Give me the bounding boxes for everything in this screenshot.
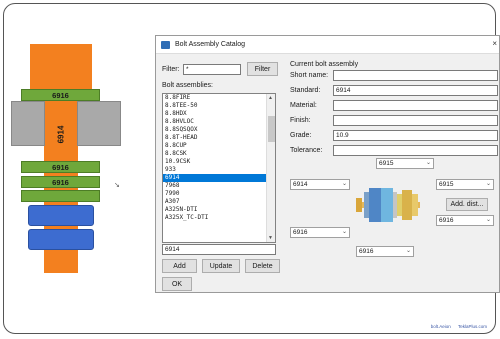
standard-label: Standard: (290, 87, 321, 94)
close-icon[interactable]: × (492, 39, 497, 48)
list-item[interactable]: A325X_TC-DTI (163, 214, 275, 222)
material-input[interactable] (333, 100, 498, 111)
add-button[interactable]: Add (162, 259, 197, 273)
right-top-value: 6915 (439, 181, 454, 188)
assembly-washer-right (397, 194, 402, 216)
list-item[interactable]: 8.8HVLOC (163, 118, 275, 126)
short-name-input[interactable] (333, 70, 498, 81)
nut-top (28, 205, 94, 226)
dialog-titlebar: Bolt Assembly Catalog × (156, 36, 499, 54)
app-icon (161, 40, 170, 49)
filter-input[interactable]: * (183, 64, 241, 75)
bolt-label: 6914 (56, 125, 66, 143)
tolerance-input[interactable] (333, 145, 498, 156)
bolt-assembly-catalog-dialog: Bolt Assembly Catalog × Filter: * Filter… (155, 35, 500, 293)
list-item[interactable]: 8.8CUP (163, 142, 275, 150)
footer-right-text: TeklaPlus.com (457, 324, 487, 329)
left-bottom-value: 6916 (293, 229, 308, 236)
bolt-head (30, 44, 92, 94)
washer-bottom (21, 190, 100, 202)
top-component-value: 6915 (379, 160, 394, 167)
ok-button[interactable]: OK (162, 277, 192, 291)
dialog-title: Bolt Assembly Catalog (175, 41, 246, 48)
assembly-plate-2 (381, 188, 393, 222)
scroll-thumb[interactable] (268, 116, 275, 142)
list-item[interactable]: A307 (163, 198, 275, 206)
list-items-container: 8.8FIRE 8.8TEE-50 8.8HDX 8.8HVLOC 8.8SQSQOX 8… (163, 94, 275, 222)
grade-input[interactable]: 10.9 (333, 130, 498, 141)
right-bottom-combo[interactable]: 6916 ⌄ (436, 215, 494, 226)
assembly-nut-2 (412, 194, 418, 216)
short-name-label: Short name: (290, 72, 329, 79)
footer-credits: bolt.Aeion TeklaPlus.com (425, 324, 487, 329)
assembly-bolt-head (356, 198, 362, 212)
chevron-down-icon: ⌄ (425, 160, 431, 166)
finish-input[interactable] (333, 115, 498, 126)
washer-middle-1: 6916 (21, 161, 100, 173)
top-component-combo[interactable]: 6915 ⌄ (376, 158, 434, 169)
bolt-assemblies-label: Bolt assemblies: (162, 82, 213, 89)
scroll-down-icon[interactable]: ▼ (268, 235, 273, 241)
list-item[interactable]: 10.9CSK (163, 158, 275, 166)
list-item[interactable]: 7990 (163, 190, 275, 198)
list-item[interactable]: 6914 (163, 174, 275, 182)
list-item[interactable]: 8.8T-HEAD (163, 134, 275, 142)
finish-label: Finish: (290, 117, 311, 124)
assembly-name-input[interactable]: 6914 (162, 244, 276, 255)
nut-bottom (28, 229, 94, 250)
list-item[interactable]: 8.8CSK (163, 150, 275, 158)
chevron-down-icon: ⌄ (485, 181, 491, 187)
bottom-component-combo[interactable]: 6916 ⌄ (356, 246, 414, 257)
plate-right (77, 101, 121, 146)
bolt-assemblies-list[interactable]: 8.8FIRE 8.8TEE-50 8.8HDX 8.8HVLOC 8.8SQSQOX 8… (162, 93, 276, 243)
list-item[interactable]: A325N-DTI (163, 206, 275, 214)
chevron-down-icon: ⌄ (405, 248, 411, 254)
list-item[interactable]: 8.8SQSQOX (163, 126, 275, 134)
scroll-up-icon[interactable]: ▲ (268, 95, 273, 101)
grade-label: Grade: (290, 132, 312, 139)
washer-middle-2: 6916 (21, 176, 100, 188)
update-button[interactable]: Update (202, 259, 240, 273)
left-bottom-combo[interactable]: 6916 ⌄ (290, 227, 350, 238)
list-scrollbar[interactable]: ▲ ▼ (266, 94, 275, 242)
footer-left-text: bolt.Aeion (430, 324, 451, 329)
list-item[interactable]: 7968 (163, 182, 275, 190)
right-bottom-value: 6916 (439, 217, 454, 224)
tolerance-label: Tolerance: (290, 147, 323, 154)
filter-button[interactable]: Filter (247, 62, 278, 76)
list-item[interactable]: 8.8TEE-50 (163, 102, 275, 110)
chevron-down-icon: ⌄ (485, 217, 491, 223)
list-item[interactable]: 933 (163, 166, 275, 174)
assembly-nut (402, 190, 412, 220)
add-dist-button[interactable]: Add. dist... (446, 198, 488, 211)
bolt-assembly-graphic (356, 188, 420, 222)
mouse-cursor: ↘ (114, 182, 120, 189)
left-top-combo[interactable]: 6914 ⌄ (290, 179, 350, 190)
material-label: Material: (290, 102, 317, 109)
list-item[interactable]: 8.8HDX (163, 110, 275, 118)
plate-left (11, 101, 45, 146)
delete-button[interactable]: Delete (245, 259, 280, 273)
washer-top: 6916 (21, 89, 100, 101)
bottom-component-value: 6916 (359, 248, 374, 255)
assembly-washer-left (364, 192, 369, 218)
assembly-washer-mid (393, 192, 397, 218)
current-assembly-label: Current bolt assembly (290, 61, 359, 68)
chevron-down-icon: ⌄ (341, 229, 347, 235)
list-item[interactable]: 8.8FIRE (163, 94, 275, 102)
filter-label: Filter: (162, 66, 180, 73)
chevron-down-icon: ⌄ (341, 181, 347, 187)
assembly-plate-1 (369, 188, 381, 222)
standard-input[interactable]: 6914 (333, 85, 498, 96)
right-top-combo[interactable]: 6915 ⌄ (436, 179, 494, 190)
left-top-value: 6914 (293, 181, 308, 188)
